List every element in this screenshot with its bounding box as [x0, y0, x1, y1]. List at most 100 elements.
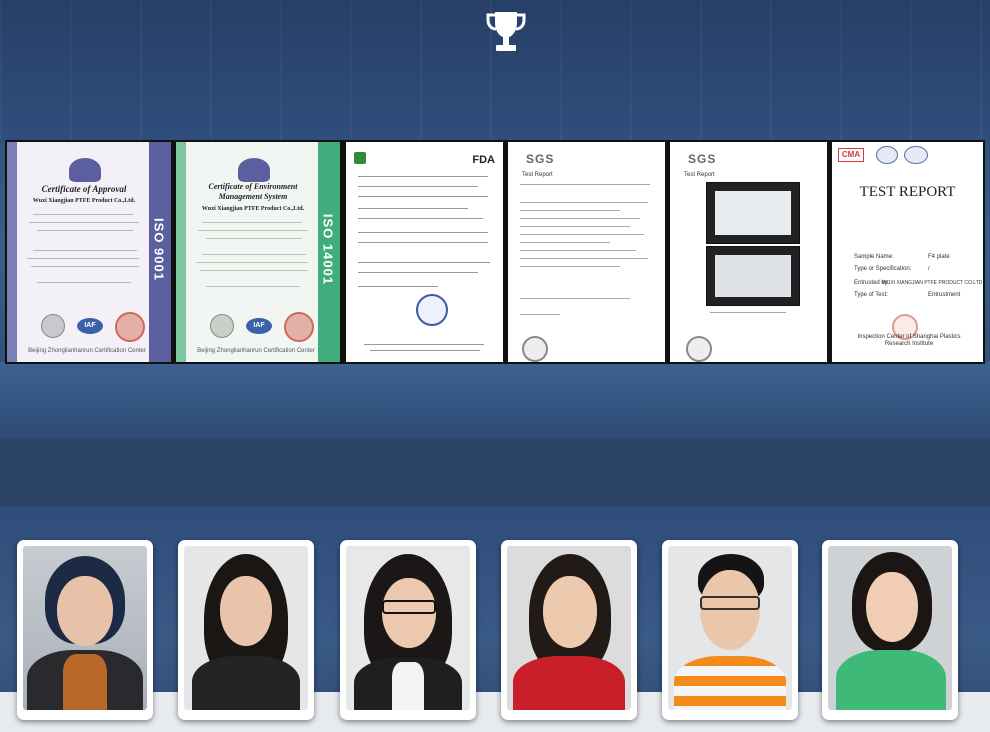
text-line — [202, 222, 302, 223]
lab-stamp — [416, 294, 448, 326]
sgs-logo: SGS — [688, 152, 717, 166]
cma-mark: CMA — [838, 148, 864, 162]
portrait-body — [192, 656, 300, 710]
certificate-iso14001[interactable]: ISO 14001 Certificate of Environment Man… — [176, 142, 340, 362]
text-line — [358, 262, 490, 263]
certificate-fda[interactable]: FDA — [346, 142, 503, 362]
portrait-face — [57, 576, 113, 646]
glasses — [382, 600, 436, 614]
text-line — [27, 258, 139, 259]
staff-photo-4[interactable] — [501, 540, 637, 720]
text-line — [29, 222, 139, 223]
report-label: Test Report — [684, 172, 715, 178]
text-line — [358, 218, 483, 219]
text-line — [520, 226, 630, 227]
portrait — [184, 546, 308, 710]
cert-side-bar: ISO 14001 — [318, 142, 340, 362]
text-line — [520, 210, 620, 211]
certificate-test-report[interactable]: CMA TEST REPORT Sample Name: F4 plate Ty… — [832, 142, 983, 362]
cert-company: Wuxi Xiangjian PTFE Product Co.,Ltd. — [32, 198, 136, 204]
trophy-icon — [486, 12, 526, 51]
portrait-body — [513, 656, 625, 710]
text-line — [710, 312, 786, 313]
portrait — [346, 546, 470, 710]
field-value: WUXI XIANGJIAN PTFE PRODUCT CO.LTD — [882, 280, 983, 286]
field-value: / — [928, 266, 930, 272]
sgs-seal — [522, 336, 548, 362]
text-line — [520, 250, 636, 251]
cert-issuer: Beijing Zhonglianhanrun Certification Ce… — [28, 348, 146, 354]
staff-photo-1[interactable] — [17, 540, 153, 720]
glasses — [700, 596, 760, 610]
cnas-seal — [41, 314, 65, 338]
field-value: Entrustment — [928, 292, 961, 298]
text-line — [358, 232, 488, 233]
text-line — [200, 270, 308, 271]
fda-mark: FDA — [472, 154, 495, 166]
portrait-body — [836, 650, 946, 710]
staff-photo-2[interactable] — [178, 540, 314, 720]
cnas-seal — [210, 314, 234, 338]
certificate-iso9001[interactable]: ISO 9001 Certificate of Approval Wuxi Xi… — [7, 142, 171, 362]
certification-emblem — [238, 158, 270, 182]
cert-title: Certificate of Approval — [41, 184, 127, 194]
text-line — [358, 196, 488, 197]
text-line — [358, 272, 478, 273]
text-line — [198, 230, 308, 231]
sample-photo-1 — [706, 182, 800, 244]
text-line — [206, 286, 300, 287]
text-line — [37, 230, 133, 231]
portrait-scarf — [63, 654, 107, 710]
portrait-body — [674, 656, 786, 710]
report-title: TEST REPORT — [859, 184, 956, 200]
text-line — [358, 208, 468, 209]
portrait-face — [220, 576, 272, 646]
text-line — [520, 314, 560, 315]
portrait-face — [866, 572, 918, 642]
text-line — [33, 214, 133, 215]
text-line — [520, 202, 648, 203]
field-label: Type or Specification: — [854, 266, 912, 272]
text-line — [520, 184, 650, 185]
iaf-logo: IAF — [77, 318, 103, 334]
text-line — [520, 266, 620, 267]
field-label: Type of Test: — [854, 292, 888, 298]
text-line — [358, 286, 438, 287]
red-stamp — [115, 312, 145, 342]
portrait — [828, 546, 952, 710]
certificate-strip: ISO 9001 Certificate of Approval Wuxi Xi… — [5, 140, 985, 364]
staff-photo-5[interactable] — [662, 540, 798, 720]
certificate-sgs-report-1[interactable]: SGS Test Report — [508, 142, 665, 362]
text-line — [196, 262, 308, 263]
portrait — [23, 546, 147, 710]
portrait — [668, 546, 792, 710]
report-issuer: Inspection Center of Shanghai Plastics R… — [857, 334, 961, 347]
certification-emblem — [69, 158, 101, 182]
certificate-sgs-report-2[interactable]: SGS Test Report — [670, 142, 827, 362]
red-stamp — [284, 312, 314, 342]
text-line — [358, 176, 488, 177]
text-line — [520, 218, 640, 219]
cert-standard: ISO 9001 — [151, 218, 167, 281]
staff-photo-6[interactable] — [822, 540, 958, 720]
sgs-seal — [686, 336, 712, 362]
text-line — [520, 242, 610, 243]
text-line — [202, 254, 306, 255]
fda-lab-logo — [354, 152, 366, 164]
text-line — [206, 238, 302, 239]
cert-side-bar: ISO 9001 — [149, 142, 171, 362]
text-line — [358, 242, 488, 243]
text-line — [31, 266, 139, 267]
accreditation-logo — [876, 146, 898, 164]
text-line — [520, 298, 630, 299]
accreditation-logo — [904, 146, 928, 164]
report-label: Test Report — [522, 172, 553, 178]
staff-photo-3[interactable] — [340, 540, 476, 720]
sgs-logo: SGS — [526, 152, 555, 166]
cert-company: Wuxi Xiangjian PTFE Product Co.,Ltd. — [201, 206, 305, 212]
text-line — [520, 258, 648, 259]
certificates-and-team-panel: ISO 9001 Certificate of Approval Wuxi Xi… — [0, 0, 990, 732]
portrait-face — [700, 570, 760, 650]
divider-band — [0, 438, 990, 506]
text-line — [364, 344, 484, 345]
